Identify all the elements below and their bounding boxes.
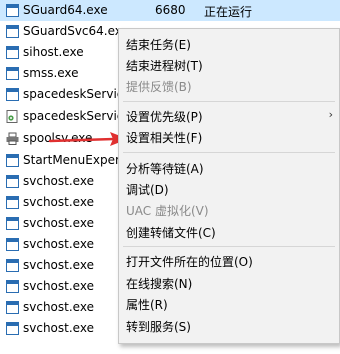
menu-item-label: 结束任务(E)	[126, 38, 191, 52]
process-row[interactable]: SGuard64.exe 6680 正在运行	[0, 0, 340, 21]
window-icon	[6, 46, 19, 59]
menu-separator	[123, 101, 335, 102]
menu-item-label: 分析等待链(A)	[126, 162, 204, 176]
menu-item-label: 打开文件所在的位置(O)	[126, 255, 253, 269]
window-icon	[6, 280, 19, 293]
process-status: 正在运行	[204, 5, 253, 19]
menu-separator	[123, 152, 335, 153]
window-icon	[6, 154, 19, 167]
window-icon	[6, 238, 19, 251]
gear-document-icon	[6, 110, 18, 123]
process-name: svchost.exe	[23, 258, 94, 272]
menu-item-label: 属性(R)	[126, 298, 168, 312]
chevron-right-icon: ›	[328, 108, 333, 121]
menu-item-provide-feedback: 提供反馈(B)	[119, 75, 339, 95]
menu-item-label: 转到服务(S)	[126, 320, 191, 334]
menu-item-analyze-wait-chain[interactable]: 分析等待链(A)	[119, 157, 339, 177]
window-icon	[6, 88, 19, 101]
process-name: svchost.exe	[23, 300, 94, 314]
process-name: StartMenuExper	[23, 153, 120, 167]
window-icon	[6, 25, 19, 38]
process-name: svchost.exe	[23, 321, 94, 335]
window-icon	[6, 67, 19, 80]
window-icon	[6, 217, 19, 230]
menu-item-end-task[interactable]: 结束任务(E)	[119, 33, 339, 53]
process-name: smss.exe	[23, 66, 79, 80]
menu-item-end-process-tree[interactable]: 结束进程树(T)	[119, 54, 339, 74]
menu-item-set-priority[interactable]: 设置优先级(P) ›	[119, 105, 339, 125]
menu-item-set-affinity[interactable]: 设置相关性(F)	[119, 126, 339, 146]
menu-item-create-dump-file[interactable]: 创建转储文件(C)	[119, 221, 339, 241]
context-menu: 结束任务(E) 结束进程树(T) 提供反馈(B) 设置优先级(P) › 设置相关…	[118, 28, 340, 344]
process-name: spacedeskServic	[23, 87, 124, 101]
menu-item-label: 设置相关性(F)	[126, 131, 203, 145]
process-name: svchost.exe	[23, 237, 94, 251]
menu-item-label: 结束进程树(T)	[126, 59, 203, 73]
process-name: svchost.exe	[23, 174, 94, 188]
window-icon	[6, 301, 19, 314]
menu-item-open-file-location[interactable]: 打开文件所在的位置(O)	[119, 250, 339, 270]
process-name: svchost.exe	[23, 279, 94, 293]
window-icon	[6, 4, 19, 17]
process-name: spacedeskServic	[23, 109, 124, 123]
process-name: SGuardSvc64.exe	[23, 24, 129, 38]
window-icon	[6, 259, 19, 272]
window-icon	[6, 196, 19, 209]
process-name: sihost.exe	[23, 45, 84, 59]
menu-item-uac-virtualization: UAC 虚拟化(V)	[119, 199, 339, 219]
menu-item-go-to-services[interactable]: 转到服务(S)	[119, 315, 339, 335]
menu-item-properties[interactable]: 属性(R)	[119, 293, 339, 313]
menu-item-search-online[interactable]: 在线搜索(N)	[119, 272, 339, 292]
window-icon	[6, 322, 19, 335]
menu-item-label: 调试(D)	[126, 183, 169, 197]
menu-item-label: 创建转储文件(C)	[126, 226, 216, 240]
printer-icon	[6, 132, 19, 145]
menu-item-label: 提供反馈(B)	[126, 80, 192, 94]
process-pid: 6680	[155, 3, 186, 17]
process-name: svchost.exe	[23, 195, 94, 209]
process-name: svchost.exe	[23, 216, 94, 230]
process-name: SGuard64.exe	[23, 3, 108, 17]
menu-separator	[123, 246, 335, 247]
menu-item-label: 在线搜索(N)	[126, 277, 193, 291]
menu-item-label: 设置优先级(P)	[126, 110, 203, 124]
menu-item-label: UAC 虚拟化(V)	[126, 204, 209, 218]
menu-item-debug[interactable]: 调试(D)	[119, 178, 339, 198]
window-icon	[6, 175, 19, 188]
